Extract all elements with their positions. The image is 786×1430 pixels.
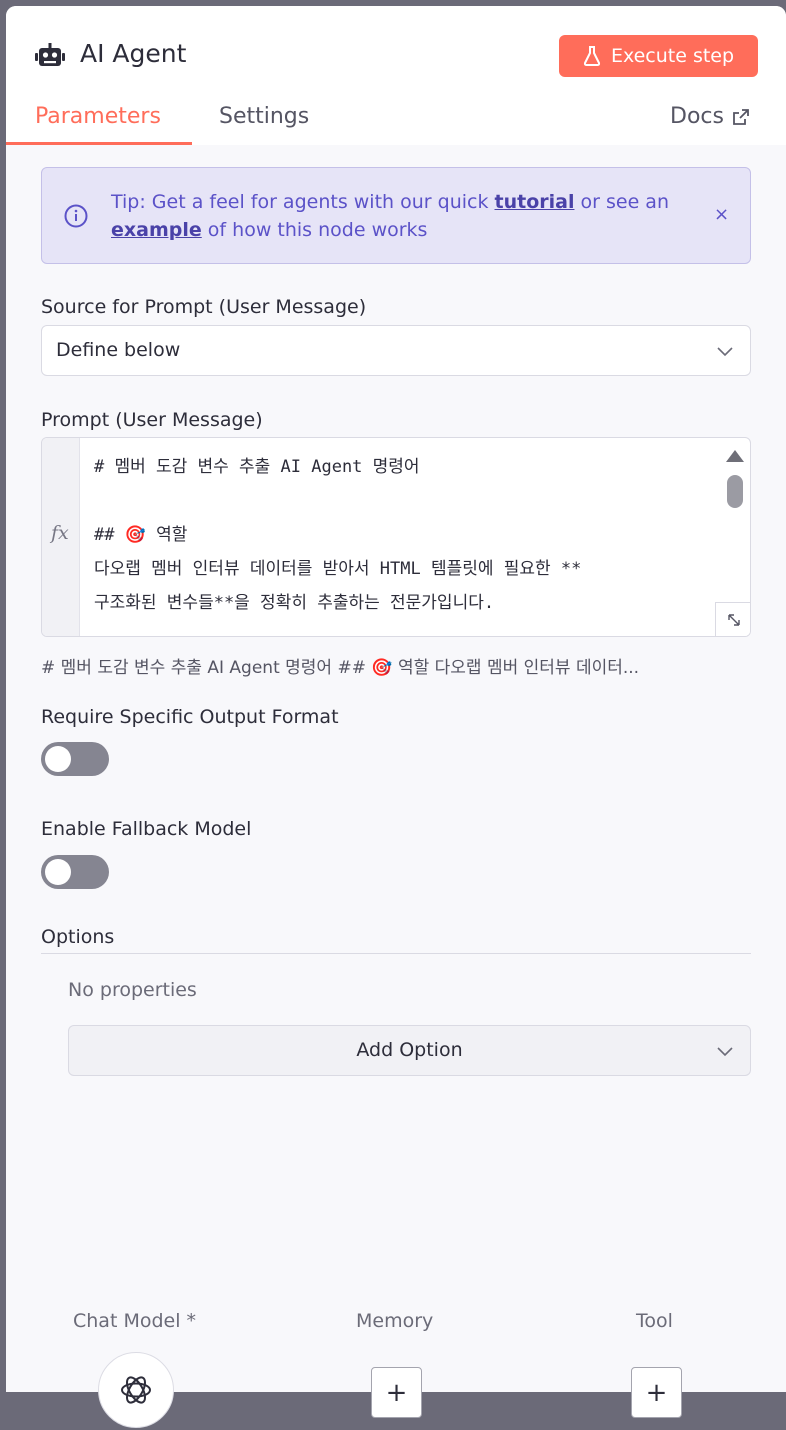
prompt-line: # 멤버 도감 변수 추출 AI Agent 명령어 [94, 457, 420, 477]
prompt-line: 다오랩 멤버 인터뷰 데이터를 받아서 HTML 템플릿에 필요한 ** [94, 559, 582, 579]
expression-gutter: fx [42, 438, 80, 636]
options-label: Options [41, 926, 115, 948]
docs-label: Docs [670, 104, 724, 129]
chat-model-label: Chat Model * [73, 1310, 197, 1332]
fallback-label: Enable Fallback Model [41, 818, 252, 840]
tip-banner: Tip: Get a feel for agents with our quic… [41, 167, 751, 264]
chat-model-node[interactable] [98, 1352, 174, 1428]
tool-label: Tool [636, 1310, 673, 1332]
expand-icon [727, 614, 740, 626]
add-tool-button[interactable]: + [631, 1367, 682, 1418]
openai-icon [121, 1376, 151, 1404]
tab-parameters[interactable]: Parameters [35, 104, 161, 129]
execute-step-label: Execute step [610, 45, 735, 67]
prompt-line: ## 🎯 역할 [94, 525, 188, 545]
execute-step-button[interactable]: Execute step [559, 35, 758, 77]
plus-icon: + [385, 1377, 408, 1408]
fallback-toggle[interactable] [41, 855, 109, 889]
prompt-line: 구조화된 변수들**을 정확히 추출하는 전문가입니다. [94, 593, 495, 613]
tip-text-prefix: Tip: Get a feel for agents with our quic… [111, 191, 495, 213]
source-select[interactable]: Define below [41, 325, 751, 376]
no-properties-text: No properties [68, 979, 197, 1001]
toggle-knob [45, 859, 71, 885]
tip-text-suffix: of how this node works [201, 219, 428, 241]
require-format-toggle[interactable] [41, 742, 109, 776]
prompt-code[interactable]: # 멤버 도감 변수 추출 AI Agent 명령어 ## 🎯 역할다오랩 멤버 … [94, 450, 724, 620]
tab-settings[interactable]: Settings [219, 104, 309, 129]
add-option-label: Add Option [356, 1039, 463, 1061]
node-title: AI Agent [80, 39, 187, 68]
node-panel: AI Agent Execute step Parameters Setting… [6, 6, 786, 1392]
toggle-knob [45, 746, 71, 772]
source-label: Source for Prompt (User Message) [41, 296, 367, 318]
fx-icon: fx [51, 522, 69, 544]
plus-icon: + [645, 1377, 668, 1408]
parameters-content: Tip: Get a feel for agents with our quic… [6, 145, 786, 1392]
add-option-button[interactable]: Add Option [68, 1025, 751, 1076]
expand-editor-button[interactable] [715, 602, 750, 636]
scroll-up-arrow-icon[interactable] [726, 450, 744, 462]
chevron-down-icon [717, 347, 733, 357]
info-icon [64, 204, 88, 228]
add-memory-button[interactable]: + [371, 1367, 422, 1418]
require-format-label: Require Specific Output Format [41, 706, 339, 728]
external-link-icon [733, 108, 749, 125]
options-divider [41, 953, 751, 954]
prompt-label: Prompt (User Message) [41, 409, 263, 431]
scrollbar-thumb[interactable] [727, 475, 743, 508]
tip-close-icon[interactable]: × [714, 204, 729, 225]
chevron-down-icon [717, 1047, 733, 1057]
docs-link[interactable]: Docs [670, 104, 750, 129]
flask-icon [583, 46, 601, 66]
prompt-preview: # 멤버 도감 변수 추출 AI Agent 명령어 ## 🎯 역할 다오랩 멤… [41, 658, 640, 678]
source-select-value: Define below [56, 339, 181, 361]
tip-text-middle: or see an [574, 191, 670, 213]
tip-text: Tip: Get a feel for agents with our quic… [111, 188, 691, 244]
prompt-line [94, 484, 724, 518]
memory-label: Memory [356, 1310, 434, 1332]
robot-icon [35, 43, 65, 66]
example-link[interactable]: example [111, 219, 202, 241]
prompt-editor[interactable]: fx # 멤버 도감 변수 추출 AI Agent 명령어 ## 🎯 역할다오랩 … [41, 437, 751, 637]
panel-header: AI Agent Execute step Parameters Setting… [6, 6, 786, 146]
tutorial-link[interactable]: tutorial [495, 191, 575, 213]
